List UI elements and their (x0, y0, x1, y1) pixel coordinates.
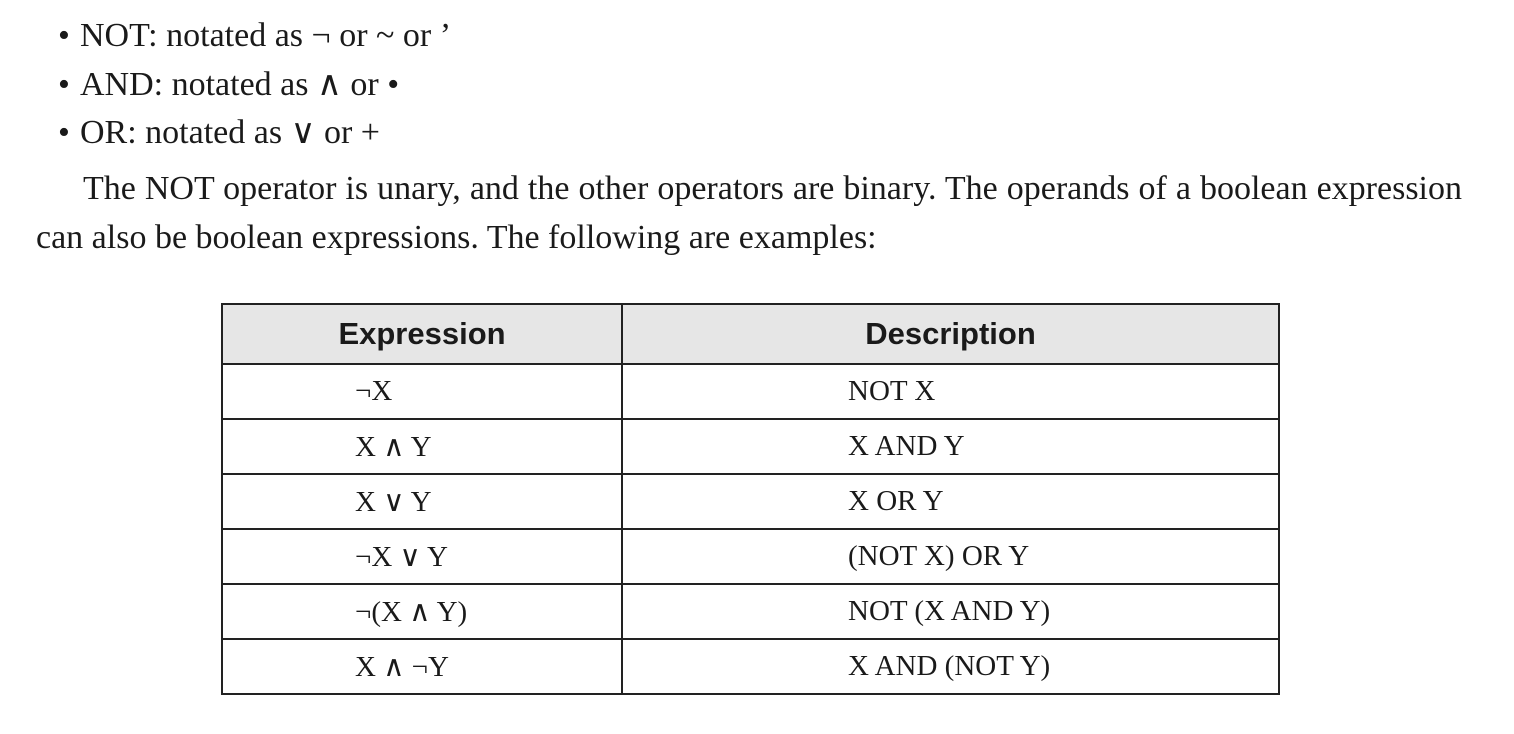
bullet-marker: • (58, 65, 70, 103)
bullet-text: NOT: notated as ¬ or ~ or ’ (80, 17, 452, 54)
description-cell: NOT (X AND Y) (621, 583, 1280, 640)
document-page: • NOT: notated as ¬ or ~ or ’ • AND: notat… (0, 0, 1514, 734)
table-row: ¬X ∨ Y (NOT X) OR Y (221, 528, 1280, 585)
table-row: X ∧ Y X AND Y (221, 418, 1280, 475)
expression-cell: X ∧ ¬Y (221, 638, 623, 695)
operator-notation-list: • NOT: notated as ¬ or ~ or ’ • AND: notat… (58, 12, 451, 158)
expression-cell: ¬X (221, 363, 623, 420)
description-cell: (NOT X) OR Y (621, 528, 1280, 585)
table-row: X ∧ ¬Y X AND (NOT Y) (221, 638, 1280, 695)
bullet-marker: • (58, 17, 70, 54)
description-cell: X AND Y (621, 418, 1280, 475)
boolean-expression-table: Expression Description ¬X NOT X X ∧ Y X … (221, 303, 1280, 695)
table-row: ¬(X ∧ Y) NOT (X AND Y) (221, 583, 1280, 640)
bullet-text: OR: notated as ∨ or + (80, 114, 380, 151)
column-header-expression: Expression (221, 303, 623, 365)
table-row: ¬X NOT X (221, 363, 1280, 420)
expression-cell: ¬(X ∧ Y) (221, 583, 623, 640)
body-paragraph: The NOT operator is unary, and the other… (36, 170, 1462, 256)
list-item: • AND: notated as ∧ or • (58, 61, 451, 110)
list-item: • OR: notated as ∨ or + (58, 109, 451, 158)
bullet-text: AND: notated as ∧ or • (80, 65, 400, 103)
column-header-description: Description (621, 303, 1280, 365)
list-item: • NOT: notated as ¬ or ~ or ’ (58, 12, 451, 61)
table-header-row: Expression Description (221, 303, 1280, 365)
expression-cell: ¬X ∨ Y (221, 528, 623, 585)
bullet-marker: • (58, 114, 70, 151)
description-cell: X OR Y (621, 473, 1280, 530)
description-cell: X AND (NOT Y) (621, 638, 1280, 695)
description-cell: NOT X (621, 363, 1280, 420)
expression-cell: X ∧ Y (221, 418, 623, 475)
expression-cell: X ∨ Y (221, 473, 623, 530)
table-row: X ∨ Y X OR Y (221, 473, 1280, 530)
